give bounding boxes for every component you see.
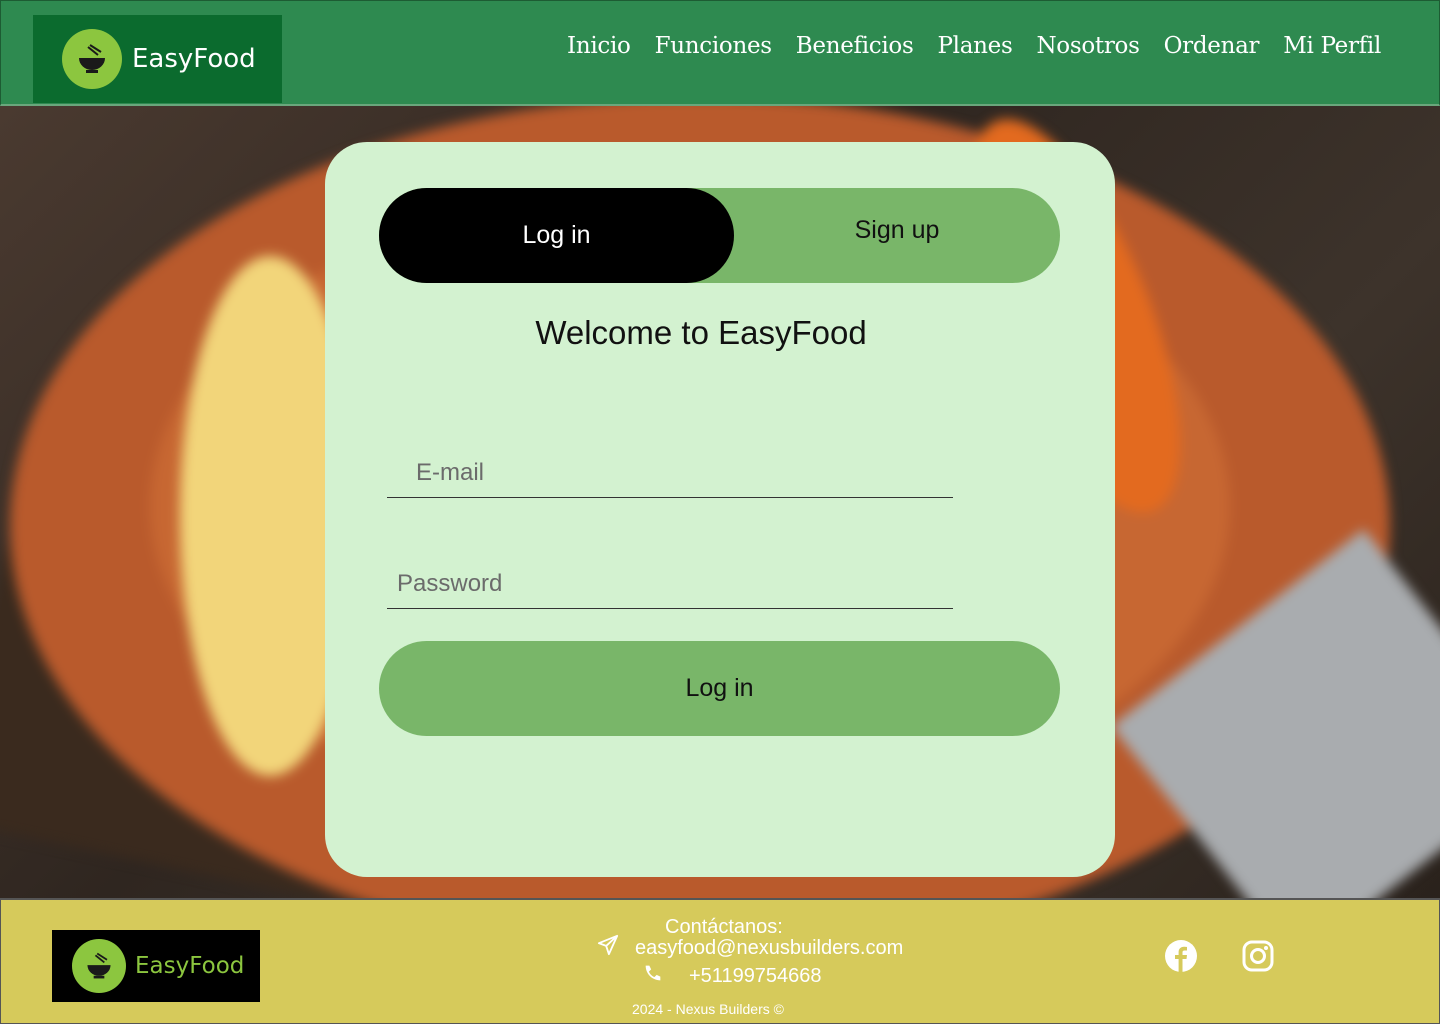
top-navbar: EasyFood Inicio Funciones Beneficios Pla… [0,0,1440,106]
auth-card: Log in Sign up Welcome to EasyFood Log i… [325,142,1115,877]
nav-item-funciones[interactable]: Funciones [655,33,773,59]
email-field[interactable] [387,448,953,498]
contact-phone-row[interactable]: +51199754668 [642,962,822,990]
send-icon [597,934,619,962]
nav-item-inicio[interactable]: Inicio [567,33,631,59]
login-submit-button[interactable]: Log in [379,641,1060,736]
nav-item-beneficios[interactable]: Beneficios [796,33,914,59]
brand-name: EasyFood [132,44,256,74]
tab-signup[interactable]: Sign up [734,188,1060,283]
tab-login[interactable]: Log in [379,188,734,283]
nav-item-ordenar[interactable]: Ordenar [1164,33,1260,59]
welcome-heading: Welcome to EasyFood [535,314,867,351]
auth-tab-switch: Log in Sign up [379,188,1060,283]
password-field[interactable] [387,559,953,609]
contact-email-row[interactable]: easyfood@nexusbuilders.com [597,934,903,962]
main-nav: Inicio Funciones Beneficios Planes Nosot… [567,33,1381,59]
facebook-icon[interactable] [1164,939,1198,973]
brand-logo[interactable]: EasyFood [33,15,282,103]
nav-item-planes[interactable]: Planes [937,33,1012,59]
bowl-chopsticks-logo-icon [72,939,126,993]
footer-brand-name: EasyFood [135,953,245,979]
nav-item-mi-perfil[interactable]: Mi Perfil [1283,33,1381,59]
nav-item-nosotros[interactable]: Nosotros [1036,33,1139,59]
instagram-icon[interactable] [1241,939,1275,973]
footer-brand-logo[interactable]: EasyFood [52,930,260,1002]
phone-icon [642,962,664,990]
bowl-chopsticks-logo-icon [62,29,122,89]
footer: EasyFood Contáctanos: easyfood@nexusbuil… [0,898,1440,1024]
contact-phone[interactable]: +51199754668 [689,965,822,988]
contact-email[interactable]: easyfood@nexusbuilders.com [635,937,903,960]
copyright: 2024 - Nexus Builders © [632,1001,784,1017]
